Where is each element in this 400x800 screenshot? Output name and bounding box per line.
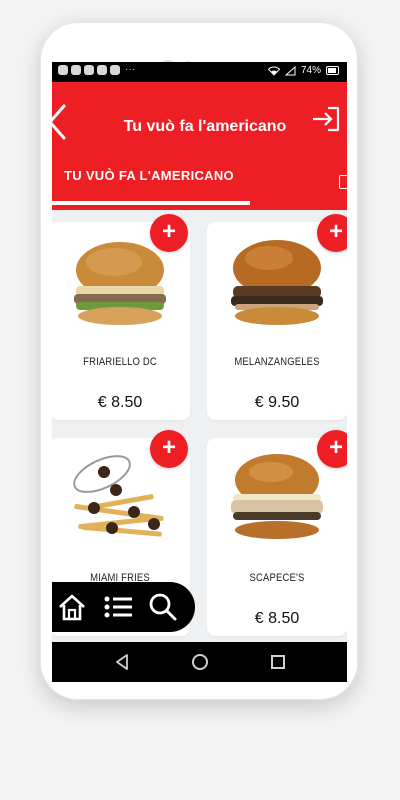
home-circle-icon[interactable] [192,654,208,670]
home-icon[interactable] [56,592,88,622]
product-image [231,240,323,325]
app-screen: ··· 74% Tu vuò fa l'americano TU VUÒ FA … [52,62,347,682]
notification-icon [58,65,68,75]
notification-icon [84,65,94,75]
add-to-cart-button[interactable]: + [150,214,188,252]
battery-icon [326,66,339,75]
signal-icon [284,65,296,75]
search-icon[interactable] [148,592,178,622]
product-price: € 9.50 [254,394,300,411]
list-icon[interactable] [102,592,134,622]
page-title: Tu vuò fa l'americano [123,118,287,135]
facebook-icon [97,65,107,75]
add-to-cart-button[interactable]: + [150,430,188,468]
add-to-cart-button[interactable]: + [317,430,347,468]
bottom-navigation [52,582,195,632]
next-tab-icon[interactable] [339,175,347,189]
system-status: 74% [267,65,339,76]
wifi-icon [267,66,280,76]
notification-icon [71,65,81,75]
notification-icons: ··· [58,65,135,75]
product-name: MELANZANGELES [234,356,320,368]
chevron-left-icon[interactable] [52,102,70,142]
add-to-cart-button[interactable]: + [317,214,347,252]
product-name: FRIARIELLO DC [83,356,157,368]
login-arrow-icon[interactable] [311,105,341,133]
status-bar: ··· 74% [52,62,347,82]
notification-icon [110,65,120,75]
battery-percentage: 74% [300,65,321,76]
product-price: € 8.50 [254,610,300,627]
tab-category[interactable]: TU VUÒ FA L'AMERICANO [64,168,234,183]
product-card[interactable]: MELANZANGELES € 9.50 [207,222,347,420]
recent-apps-icon[interactable] [271,655,285,669]
product-image [231,454,323,539]
product-price: € 8.50 [97,394,143,411]
back-triangle-icon[interactable] [115,654,129,670]
more-notifications-icon: ··· [125,64,135,75]
product-card[interactable]: SCAPECE'S € 8.50 [207,438,347,636]
product-name: SCAPECE'S [249,572,305,584]
system-navigation-bar [52,642,347,682]
app-header: Tu vuò fa l'americano TU VUÒ FA L'AMERIC… [52,82,347,210]
tab-indicator [52,201,250,205]
